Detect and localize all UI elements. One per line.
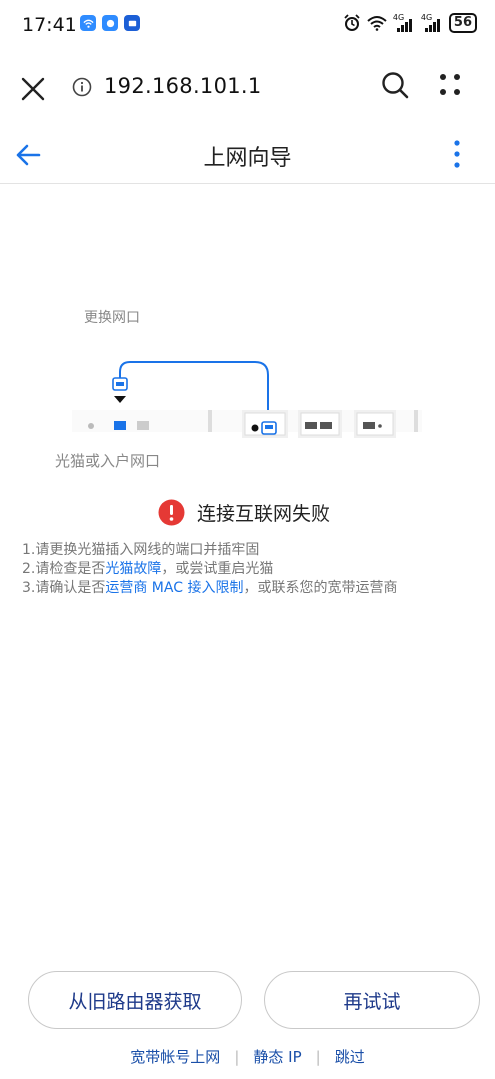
tip-1: 1.请更换光猫插入网线的端口并插牢固 — [22, 542, 260, 558]
broadband-account-link[interactable]: 宽带帐号上网 — [130, 1046, 220, 1067]
wifi-icon — [367, 16, 387, 31]
url-text[interactable]: 192.168.101.1 — [104, 74, 262, 98]
status-bar: 17:41 4G 4G 56 — [0, 0, 495, 48]
troubleshoot-tips: 1.请更换光猫插入网线的端口并插牢固 2.请检查是否光猫故障，或尝试重启光猫 3… — [22, 541, 397, 598]
wifi-app-icon — [80, 15, 96, 31]
more-dots-icon[interactable] — [438, 72, 462, 98]
error-icon — [158, 499, 185, 525]
retry-button[interactable]: 再试试 — [264, 971, 480, 1029]
tip-2-prefix: 2.请检查是否 — [22, 561, 106, 577]
footer-separator: | — [234, 1047, 240, 1066]
skip-link[interactable]: 跳过 — [335, 1046, 365, 1067]
info-icon[interactable] — [72, 77, 92, 97]
more-vertical-icon[interactable] — [450, 138, 464, 170]
search-icon[interactable] — [380, 70, 410, 100]
error-message: 连接互联网失败 — [158, 497, 330, 527]
diagram-label-modem-port: 光猫或入户网口 — [55, 452, 161, 470]
battery-indicator: 56 — [448, 13, 477, 33]
status-time: 17:41 — [22, 14, 77, 36]
footer-separator: | — [315, 1047, 321, 1066]
error-title: 连接互联网失败 — [197, 502, 331, 525]
chat-app-icon — [102, 15, 118, 31]
message-app-icon — [124, 15, 140, 31]
tip-3: 3.请确认是否运营商 MAC 接入限制，或联系您的宽带运营商 — [22, 579, 397, 598]
status-indicators: 4G 4G 56 — [343, 13, 477, 33]
signal-icon-2: 4G — [421, 13, 443, 33]
connection-diagram: 更换网口 光猫或入户网口 — [0, 300, 495, 480]
browser-toolbar: 192.168.101.1 — [0, 58, 495, 116]
alarm-icon — [344, 14, 360, 31]
tip-3-suffix: ，或联系您的宽带运营商 — [243, 580, 398, 596]
tip-2-suffix: ，或尝试重启光猫 — [161, 561, 274, 577]
mac-restriction-link[interactable]: 运营商 MAC 接入限制 — [105, 580, 243, 596]
footer-links: 宽带帐号上网 | 静态 IP | 跳过 — [0, 1046, 495, 1067]
page-title: 上网向导 — [203, 146, 292, 171]
tip-2: 2.请检查是否光猫故障，或尝试重启光猫 — [22, 560, 397, 579]
page-header: 上网向导 — [0, 124, 495, 184]
diagram-label-change-port: 更换网口 — [84, 310, 140, 326]
static-ip-link[interactable]: 静态 IP — [253, 1046, 301, 1067]
modem-fault-link[interactable]: 光猫故障 — [105, 561, 161, 577]
signal-icon-1: 4G — [393, 13, 415, 33]
get-from-old-router-button[interactable]: 从旧路由器获取 — [28, 971, 242, 1029]
close-icon[interactable] — [20, 76, 46, 102]
status-app-icons — [80, 15, 140, 31]
tip-3-prefix: 3.请确认是否 — [22, 580, 106, 596]
